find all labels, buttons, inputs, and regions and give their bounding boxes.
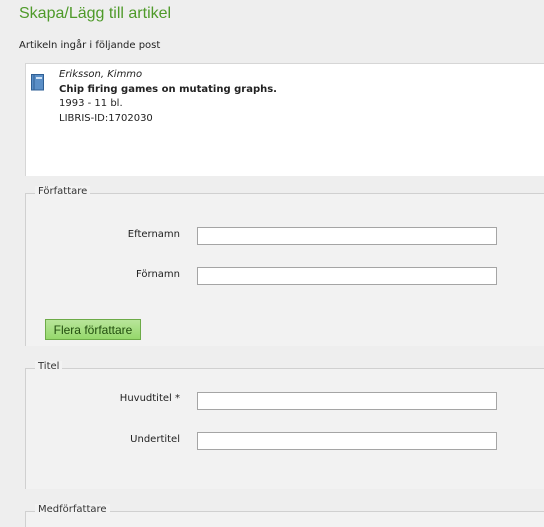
- main-title-label: Huvudtitel *: [119, 393, 180, 404]
- record-libris-id: LIBRIS-ID:1702030: [59, 113, 153, 124]
- firstname-input[interactable]: [197, 267, 497, 285]
- record-title: Chip firing games on mutating graphs.: [59, 84, 277, 95]
- intro-text: Artikeln ingår i följande post: [19, 40, 161, 51]
- coauthors-panel: Medförfattare: [25, 504, 544, 527]
- subtitle-label: Undertitel: [130, 434, 180, 445]
- lastname-label: Efternamn: [127, 229, 180, 240]
- more-authors-button[interactable]: Flera författare: [45, 319, 141, 340]
- subtitle-input[interactable]: [197, 432, 497, 450]
- page-title: Skapa/Lägg till artikel: [19, 5, 172, 22]
- authors-panel: Författare Efternamn Förnamn Flera förfa…: [25, 186, 544, 346]
- title-panel: Titel Huvudtitel * Undertitel: [25, 361, 544, 489]
- lastname-input[interactable]: [197, 227, 497, 245]
- book-icon: [31, 74, 45, 91]
- coauthors-legend: Medförfattare: [35, 504, 110, 515]
- record-author: Eriksson, Kimmo: [59, 69, 143, 80]
- record-year: 1993 - 11 bl.: [59, 98, 123, 109]
- record-box: Eriksson, Kimmo Chip firing games on mut…: [25, 63, 544, 176]
- main-title-input[interactable]: [197, 392, 497, 410]
- authors-legend: Författare: [35, 186, 91, 197]
- title-legend: Titel: [35, 361, 63, 372]
- firstname-label: Förnamn: [136, 269, 180, 280]
